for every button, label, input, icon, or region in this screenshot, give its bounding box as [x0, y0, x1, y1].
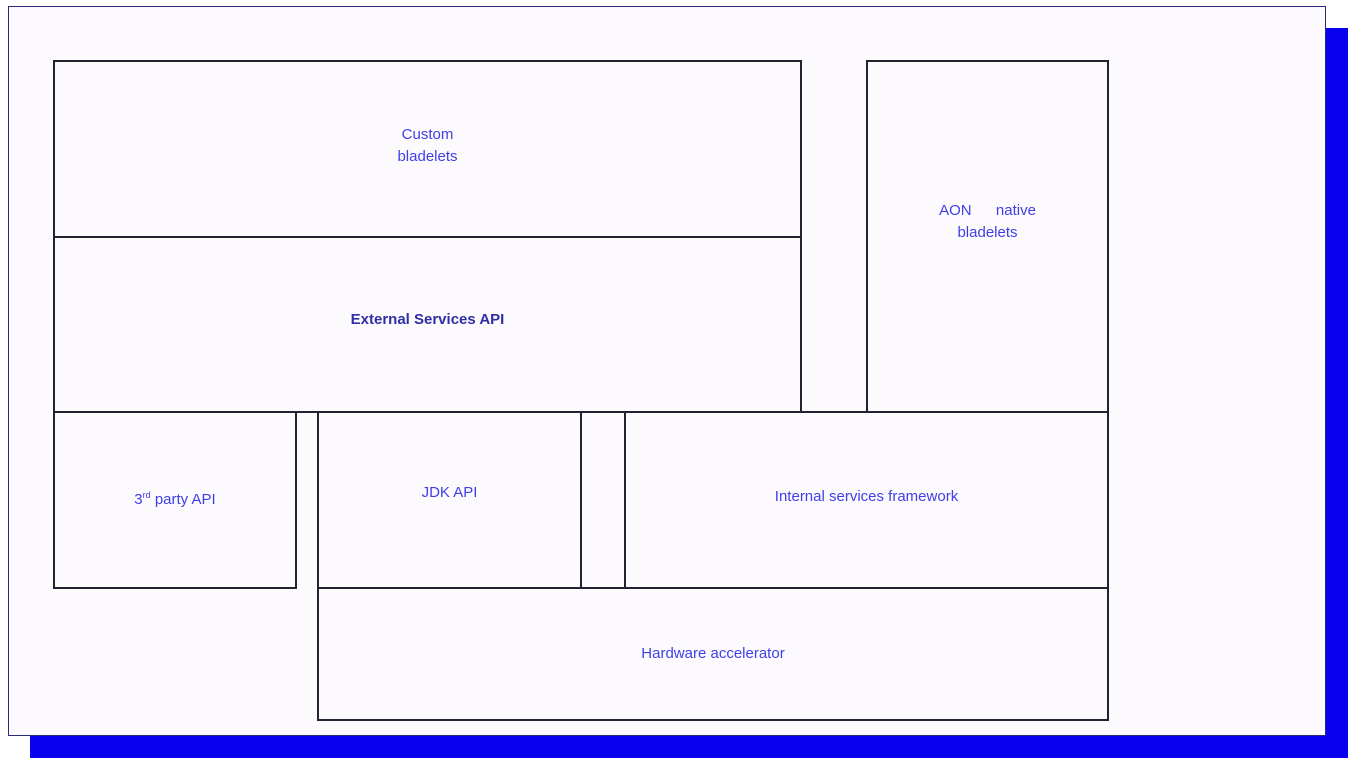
aon-native-line2: bladelets	[957, 223, 1018, 241]
external-services-api-box: External Services API	[53, 236, 802, 413]
third-party-api-label: 3rd party API	[134, 490, 216, 509]
custom-bladelets-box: Custom bladelets	[53, 60, 802, 238]
internal-services-framework-box: Internal services framework	[624, 411, 1109, 589]
custom-bladelets-line1: Custom	[401, 126, 454, 143]
internal-services-framework-label: Internal services framework	[774, 488, 959, 506]
jdk-api-label: JDK API	[421, 484, 478, 502]
aon-native-bladelets-box: AON native bladelets	[866, 60, 1109, 413]
jdk-api-box: JDK API	[317, 411, 582, 589]
hardware-accelerator-label: Hardware accelerator	[641, 645, 785, 663]
diagram-canvas: Custom bladelets External Services API A…	[0, 0, 1348, 758]
third-party-api-box: 3rd party API	[53, 411, 297, 589]
diagram-panel: Custom bladelets External Services API A…	[8, 6, 1326, 736]
aon-native-line1: AON native	[939, 201, 1036, 219]
hardware-accelerator-box: Hardware accelerator	[317, 587, 1109, 721]
custom-bladelets-line2: bladelets	[397, 147, 458, 165]
external-services-api-label: External Services API	[350, 310, 505, 328]
